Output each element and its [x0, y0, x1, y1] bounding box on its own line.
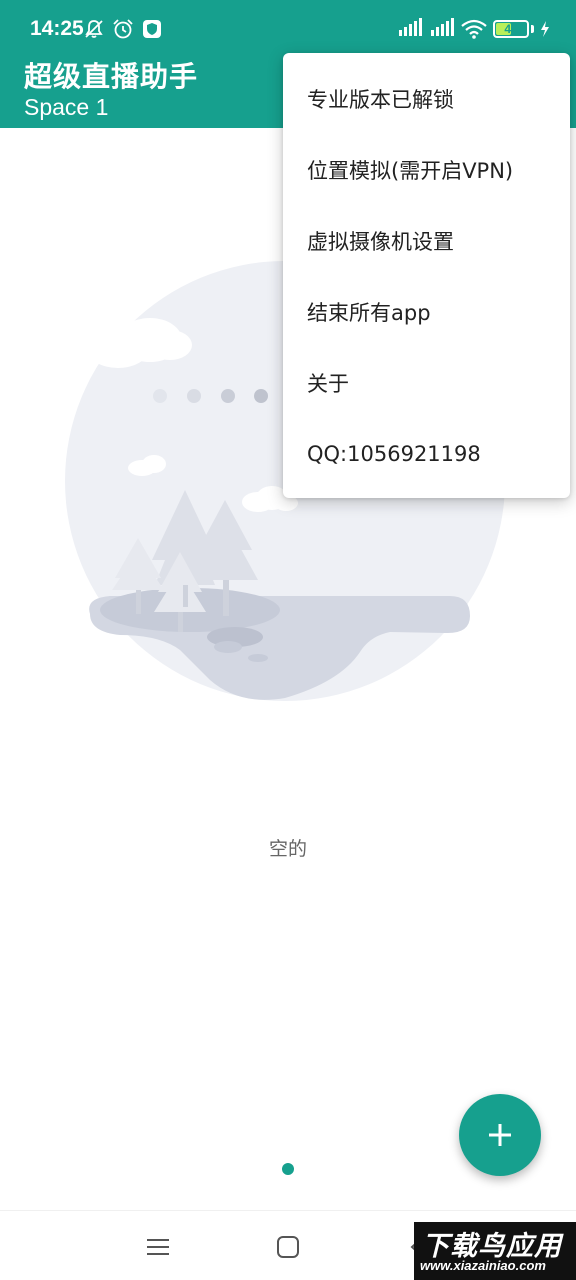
hd-signal-icon	[397, 18, 423, 40]
add-app-button[interactable]	[459, 1094, 541, 1176]
menu-icon	[147, 1239, 169, 1255]
empty-state-text: 空的	[268, 838, 307, 860]
menu-item-kill-all-apps[interactable]: 结束所有app	[283, 276, 570, 347]
app-title: 超级直播助手	[24, 60, 199, 93]
wifi-icon	[461, 19, 487, 39]
home-icon	[277, 1236, 299, 1258]
status-left-icons	[84, 18, 162, 40]
menu-item-about[interactable]: 关于	[283, 347, 570, 418]
menu-item-qq[interactable]: QQ:1056921198	[283, 418, 570, 489]
vpn-shield-icon	[143, 20, 161, 38]
battery-cap	[531, 25, 534, 33]
plus-icon	[489, 1124, 511, 1146]
watermark-url: www.xiazainiao.com	[420, 1258, 546, 1273]
page-indicator-dot	[282, 1163, 294, 1175]
hd-signal-icon	[429, 18, 455, 40]
alarm-icon	[113, 19, 133, 39]
status-time: 14:25	[30, 17, 84, 40]
status-bar: 14:25 48	[0, 0, 576, 60]
menu-item-location-simulation[interactable]: 位置模拟(需开启VPN)	[283, 134, 570, 205]
muted-bell-icon	[85, 20, 103, 38]
watermark-logo: 下载鸟应用 www.xiazainiao.com	[414, 1222, 576, 1280]
space-label[interactable]: Space 1	[24, 94, 108, 121]
charging-icon	[541, 21, 549, 37]
battery-icon: 48	[493, 20, 529, 38]
recent-apps-button[interactable]	[144, 1233, 172, 1261]
menu-item-pro-unlocked[interactable]: 专业版本已解锁	[283, 63, 570, 134]
status-right-icons: 48	[397, 18, 550, 40]
home-button[interactable]	[274, 1233, 302, 1261]
menu-item-virtual-camera-settings[interactable]: 虚拟摄像机设置	[283, 205, 570, 276]
battery-level: 48	[504, 22, 518, 36]
overflow-menu: 专业版本已解锁 位置模拟(需开启VPN) 虚拟摄像机设置 结束所有app 关于 …	[283, 53, 570, 498]
